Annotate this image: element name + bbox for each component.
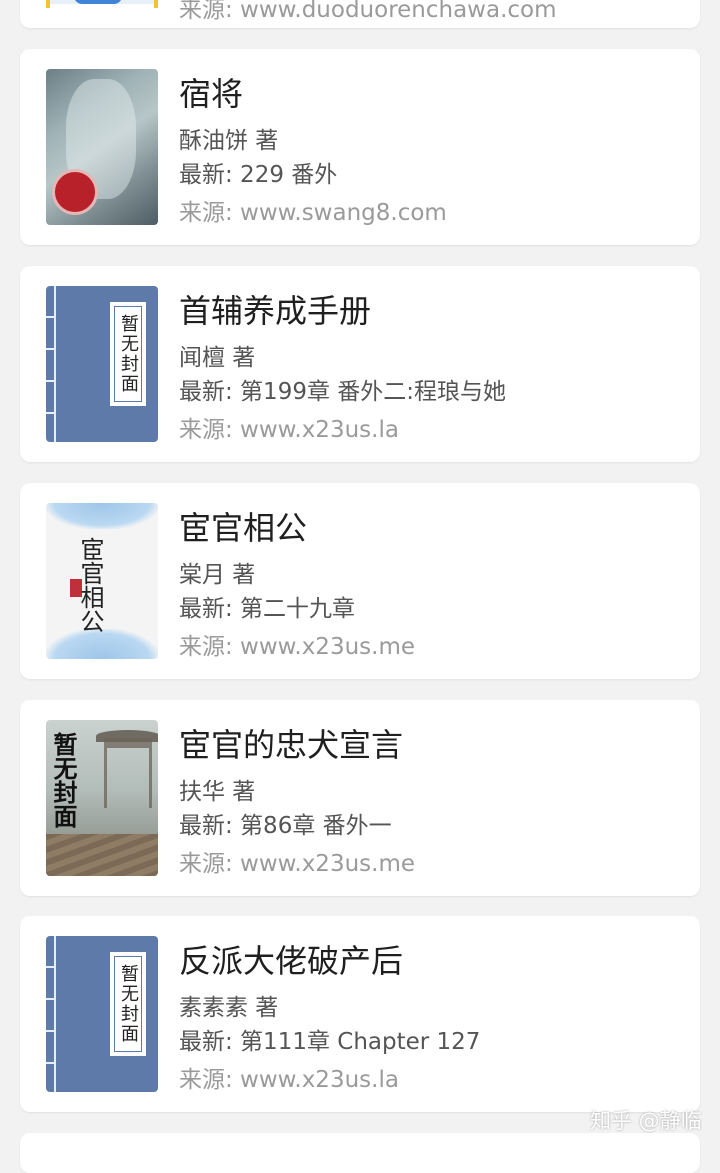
- book-cover-image: 暂无封面: [46, 720, 158, 876]
- book-author: 酥油饼 著: [179, 128, 279, 154]
- book-card[interactable]: 暂无封面 首辅养成手册 闻檀 著 最新: 第199章 番外二:程琅与她 来源: …: [20, 266, 700, 462]
- book-source: 来源: www.x23us.la: [179, 1067, 399, 1093]
- book-latest-chapter: 最新: 第86章 番外一: [179, 813, 392, 839]
- book-latest-chapter: 最新: 第二十九章: [179, 596, 356, 622]
- book-cover-image: 宦官相公: [46, 503, 158, 659]
- book-source: 来源: www.swang8.com: [179, 200, 447, 226]
- book-source: 来源: www.x23us.me: [179, 634, 415, 660]
- book-title: 宿将: [179, 75, 244, 113]
- book-source: 来源: www.duoduorenchawa.com: [179, 0, 557, 23]
- book-title: 反派大佬破产后: [179, 942, 404, 980]
- book-title: 首辅养成手册: [179, 292, 372, 330]
- book-title: 宦官相公: [179, 509, 308, 547]
- book-latest-chapter: 最新: 第199章 番外二:程琅与她: [179, 379, 507, 405]
- book-source: 来源: www.x23us.me: [179, 851, 415, 877]
- book-author: 扶华 著: [179, 779, 256, 805]
- book-author: 棠月 著: [179, 562, 256, 588]
- book-card[interactable]: 宿将 酥油饼 著 最新: 229 番外 来源: www.swang8.com: [20, 49, 700, 245]
- book-cover-placeholder: 暂无封面: [46, 286, 158, 442]
- book-card[interactable]: 宦官相公 宦官相公 棠月 著 最新: 第二十九章 来源: www.x23us.m…: [20, 483, 700, 679]
- book-latest-chapter: 最新: 229 番外: [179, 162, 338, 188]
- cover-calligraphy: 宦官相公: [76, 537, 104, 633]
- book-card-partial-bottom[interactable]: [20, 1133, 700, 1173]
- book-cover-placeholder: 暂无封面: [46, 936, 158, 1092]
- book-author: 素素素 著: [179, 995, 279, 1021]
- cover-label-text: 暂无封面: [118, 964, 139, 1044]
- book-card[interactable]: 暂无封面 反派大佬破产后 素素素 著 最新: 第111章 Chapter 127…: [20, 916, 700, 1112]
- watermark-text: 知乎 @静临: [590, 1109, 702, 1133]
- book-cover-partial: [46, 0, 158, 8]
- book-latest-chapter: 最新: 第111章 Chapter 127: [179, 1029, 481, 1055]
- book-cover-image: [46, 69, 158, 225]
- cover-label-text: 暂无封面: [49, 732, 77, 828]
- cover-label-text: 暂无封面: [118, 314, 139, 394]
- book-source: 来源: www.x23us.la: [179, 417, 399, 443]
- book-card-partial-top[interactable]: 来源: www.duoduorenchawa.com: [20, 0, 700, 28]
- book-author: 闻檀 著: [179, 345, 256, 371]
- book-title: 宦官的忠犬宣言: [179, 726, 404, 764]
- book-card[interactable]: 暂无封面 宦官的忠犬宣言 扶华 著 最新: 第86章 番外一 来源: www.x…: [20, 700, 700, 896]
